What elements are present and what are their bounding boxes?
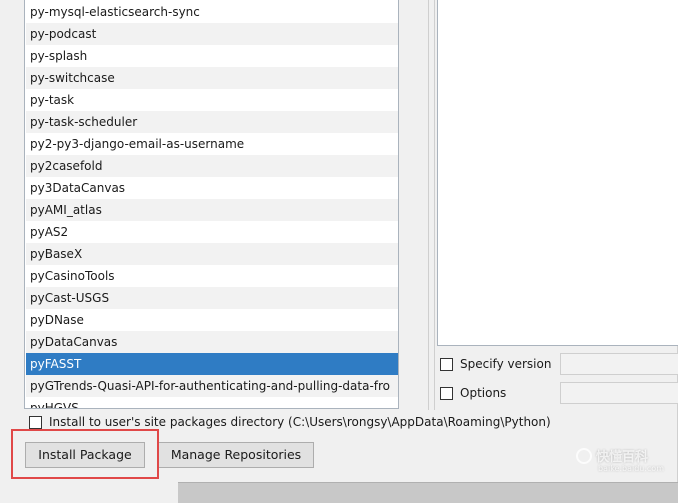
watermark-sub-text: baike.baidu.com xyxy=(598,464,664,473)
package-list-item[interactable]: pyCasinoTools xyxy=(26,265,398,287)
package-list-item[interactable]: py-splash xyxy=(26,45,398,67)
window-footer-left xyxy=(0,482,178,503)
pane-splitter[interactable] xyxy=(428,0,435,410)
package-list-item[interactable]: pyGTrends-Quasi-API-for-authenticating-a… xyxy=(26,375,398,397)
manage-repositories-button[interactable]: Manage Repositories xyxy=(158,442,314,468)
package-list-item[interactable]: py-task xyxy=(26,89,398,111)
options-input[interactable] xyxy=(560,382,678,404)
specify-version-option[interactable]: Specify version xyxy=(440,354,551,374)
package-list[interactable]: py-mysql-elasticsearch-sync py-podcast py-… xyxy=(24,0,399,409)
manage-repositories-label: Manage Repositories xyxy=(170,447,302,462)
package-list-item[interactable]: py2casefold xyxy=(26,155,398,177)
watermark-main-text: 快懂百科 xyxy=(596,450,649,465)
package-list-item[interactable]: py-task-scheduler xyxy=(26,111,398,133)
version-select[interactable] xyxy=(560,353,678,375)
watermark-logo-icon xyxy=(576,447,592,464)
package-list-item[interactable]: pyBaseX xyxy=(26,243,398,265)
package-description-pane xyxy=(437,0,678,346)
background-window-strip xyxy=(178,482,678,503)
package-list-item[interactable]: py-switchcase xyxy=(26,67,398,89)
package-list-item[interactable]: pyCast-USGS xyxy=(26,287,398,309)
install-package-dialog: py-mysql-elasticsearch-sync py-podcast py-… xyxy=(0,0,678,482)
install-user-checkbox[interactable] xyxy=(29,415,42,429)
specify-version-checkbox[interactable] xyxy=(440,357,453,371)
package-list-item[interactable]: pyFASST xyxy=(26,353,398,375)
package-list-item[interactable]: py-mysql-elasticsearch-sync xyxy=(26,1,398,23)
package-list-item[interactable]: pyAS2 xyxy=(26,221,398,243)
package-list-item[interactable]: pyAMI_atlas xyxy=(26,199,398,221)
options-option[interactable]: Options xyxy=(440,383,506,403)
package-list-item[interactable]: pyDataCanvas xyxy=(26,331,398,353)
package-list-item[interactable]: py2-py3-django-email-as-username xyxy=(26,133,398,155)
package-list-item[interactable]: pyDNase xyxy=(26,309,398,331)
highlight-annotation-box xyxy=(11,429,159,479)
options-label: Options xyxy=(460,386,507,400)
watermark: 快懂百科 baike.baidu.com xyxy=(576,446,664,473)
specify-version-label: Specify version xyxy=(460,357,552,371)
package-list-item[interactable]: py3DataCanvas xyxy=(26,177,398,199)
package-list-item[interactable]: pyHGVS xyxy=(26,397,398,408)
install-user-label: Install to user's site packages director… xyxy=(49,415,551,429)
package-list-item[interactable]: py-podcast xyxy=(26,23,398,45)
options-checkbox[interactable] xyxy=(440,386,453,400)
